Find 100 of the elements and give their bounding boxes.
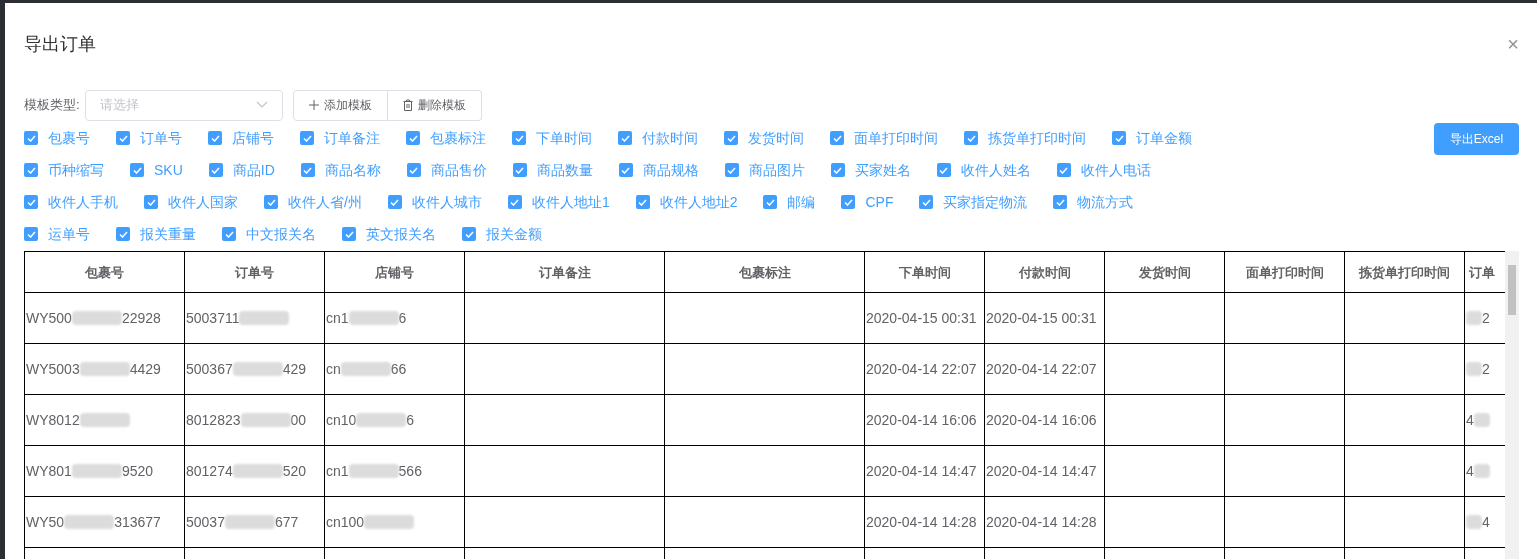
checkbox[interactable] <box>635 195 650 209</box>
checkbox[interactable] <box>264 195 278 209</box>
field-checkbox[interactable]: 包裹号 <box>24 127 90 149</box>
checkbox[interactable] <box>507 195 522 209</box>
checkbox[interactable] <box>406 131 420 145</box>
checkbox[interactable] <box>208 163 223 177</box>
checkbox[interactable] <box>222 227 236 241</box>
field-checkbox[interactable]: 收件人手机 <box>24 191 118 213</box>
column-header: 包裹号 <box>85 264 124 280</box>
field-checkbox[interactable]: 收件人电话 <box>1056 159 1151 181</box>
field-checkbox[interactable]: 订单金额 <box>1112 127 1192 149</box>
field-checkbox[interactable]: SKU <box>130 159 183 181</box>
field-checkbox[interactable]: 收件人城市 <box>387 191 482 213</box>
cell-text: cn100 <box>326 512 365 532</box>
checkbox[interactable] <box>964 131 978 145</box>
field-checkbox[interactable]: 订单号 <box>116 127 182 149</box>
field-checkbox[interactable]: 拣货单打印时间 <box>964 127 1086 149</box>
field-checkbox[interactable]: 报关金额 <box>462 223 542 245</box>
column-header: 面单打印时间 <box>1245 264 1324 280</box>
redaction-blur <box>340 362 391 376</box>
checkbox[interactable] <box>618 131 632 145</box>
checkbox[interactable] <box>724 131 738 145</box>
checkbox[interactable] <box>208 131 222 145</box>
checkbox[interactable] <box>830 131 844 145</box>
field-checkbox[interactable]: 商品ID <box>208 159 275 181</box>
checkbox[interactable] <box>300 163 315 177</box>
field-checkbox[interactable]: 邮编 <box>763 191 816 213</box>
checkbox[interactable] <box>24 163 38 177</box>
checkbox[interactable] <box>618 163 633 177</box>
cell-text: 00 <box>290 410 307 430</box>
field-checkbox[interactable]: 收件人国家 <box>144 191 238 213</box>
checkbox[interactable] <box>24 131 38 145</box>
field-checkbox[interactable]: 英文报关名 <box>342 223 436 245</box>
checkbox[interactable] <box>936 163 951 177</box>
cell-text: 5003711 <box>186 308 240 328</box>
checkbox[interactable] <box>406 163 421 177</box>
field-checkbox[interactable]: 商品售价 <box>406 159 487 181</box>
field-checkbox[interactable]: 发货时间 <box>724 127 804 149</box>
field-checkbox[interactable]: 运单号 <box>24 223 90 245</box>
field-checkbox[interactable]: 付款时间 <box>618 127 698 149</box>
field-checkbox[interactable]: 商品规格 <box>618 159 699 181</box>
field-checkbox[interactable]: 商品图片 <box>724 159 805 181</box>
field-checkbox[interactable]: 币种缩写 <box>24 159 104 181</box>
checkbox[interactable] <box>300 131 314 145</box>
trash-icon <box>402 99 413 111</box>
field-checkbox[interactable]: 收件人省/州 <box>264 191 362 213</box>
field-checkbox[interactable]: 商品名称 <box>300 159 381 181</box>
cell-text: WY500 <box>26 308 72 328</box>
checkbox[interactable] <box>116 131 130 145</box>
field-checkbox[interactable]: 收件人姓名 <box>936 159 1031 181</box>
checkbox[interactable] <box>1112 131 1126 145</box>
field-checkbox[interactable]: 包裹标注 <box>406 127 486 149</box>
field-checkbox[interactable]: 面单打印时间 <box>830 127 938 149</box>
redaction-blur <box>364 515 415 529</box>
cell-text: 6 <box>398 308 407 328</box>
delete-template-button[interactable]: 删除模板 <box>387 89 482 121</box>
export-excel-button[interactable]: 导出Excel <box>1434 123 1519 155</box>
close-button[interactable]: × <box>1507 34 1519 54</box>
redaction-blur <box>71 464 122 478</box>
checkbox[interactable] <box>130 163 144 177</box>
checkbox[interactable] <box>1053 195 1068 209</box>
checkbox[interactable] <box>24 195 38 209</box>
checkbox[interactable] <box>144 195 158 209</box>
field-checkbox[interactable]: 买家姓名 <box>830 159 911 181</box>
field-checkbox[interactable]: 买家指定物流 <box>919 191 1028 213</box>
checkbox[interactable] <box>512 131 526 145</box>
template-select[interactable]: 请选择 <box>84 89 283 121</box>
cell-text: 4 <box>1482 512 1490 532</box>
field-checkbox[interactable]: 商品数量 <box>512 159 593 181</box>
field-checkbox[interactable]: CPF <box>841 191 894 213</box>
field-checkbox[interactable]: 下单时间 <box>512 127 592 149</box>
checkbox[interactable] <box>830 163 845 177</box>
checkbox[interactable] <box>342 227 356 241</box>
redaction-blur <box>348 464 399 478</box>
checkbox[interactable] <box>841 195 856 209</box>
field-checkbox[interactable]: 订单备注 <box>300 127 380 149</box>
field-checkbox[interactable]: 收件人地址1 <box>507 191 610 213</box>
field-checkbox[interactable]: 收件人地址2 <box>635 191 738 213</box>
checkbox[interactable] <box>116 227 130 241</box>
cell-text: 2 <box>1482 308 1490 328</box>
field-checkbox[interactable]: 中文报关名 <box>222 223 316 245</box>
checkbox[interactable] <box>763 195 778 209</box>
checkbox[interactable] <box>724 163 739 177</box>
checkbox[interactable] <box>919 195 934 209</box>
field-checkbox[interactable]: 物流方式 <box>1053 191 1134 213</box>
column-header: 包裹标注 <box>738 264 791 280</box>
field-checkbox[interactable]: 报关重量 <box>116 223 196 245</box>
checkbox[interactable] <box>1056 163 1071 177</box>
add-template-button[interactable]: 添加模板 <box>292 89 388 121</box>
checkbox[interactable] <box>512 163 527 177</box>
column-header: 付款时间 <box>1018 264 1071 280</box>
cell-text: 520 <box>282 461 307 481</box>
cell-text: 500367 <box>186 359 233 379</box>
checkbox[interactable] <box>387 195 402 209</box>
field-checkbox[interactable]: 店铺号 <box>208 127 274 149</box>
redaction-blur <box>1473 413 1490 427</box>
checkbox[interactable] <box>24 227 38 241</box>
cell-text: 801274 <box>186 461 233 481</box>
cell-text: 429 <box>282 359 307 379</box>
checkbox[interactable] <box>462 227 476 241</box>
